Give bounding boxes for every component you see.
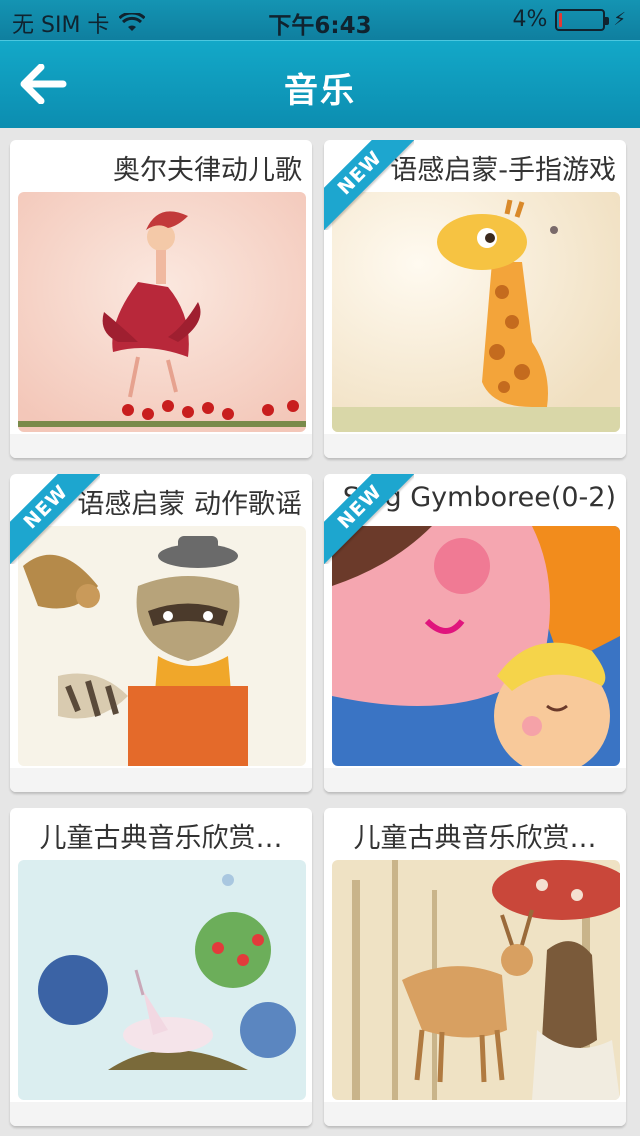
card-title: 儿童古典音乐欣赏… [353,823,597,854]
new-badge-label: NEW [324,140,414,230]
card-footer [324,768,626,792]
navigation-bar: 音乐 [0,40,640,128]
unicorn-illustration [18,860,306,1100]
music-card-classical-1[interactable]: 儿童古典音乐欣赏… [10,808,312,1126]
card-footer [10,1102,312,1126]
new-badge-label: NEW [324,474,414,564]
card-title: 儿童古典音乐欣赏… [39,823,283,854]
charging-icon: ⚡ [613,9,626,30]
battery-fill [559,12,563,27]
music-card-action-rhymes[interactable]: 语感启蒙 动作歌谣 NEW [10,474,312,792]
card-thumbnail [18,192,306,432]
music-card-finger-games[interactable]: 语感启蒙-手指游戏 NEW [324,140,626,458]
card-footer [324,1102,626,1126]
status-bar: 无 SIM 卡 下午6:43 4% ⚡ [0,0,640,40]
new-badge-label: NEW [10,474,100,564]
new-badge: NEW [324,140,414,230]
card-thumbnail [18,860,306,1100]
battery-percent: 4% [512,7,548,32]
card-title: 奥尔夫律动儿歌 [113,155,302,186]
fairy-illustration [18,192,306,432]
card-footer [324,434,626,458]
page-title: 音乐 [284,71,356,111]
battery-icon [555,8,610,31]
new-badge: NEW [324,474,414,564]
new-badge: NEW [10,474,100,564]
deer-girl-illustration [332,860,620,1100]
music-card-sing-gymboree[interactable]: Sing Gymboree(0-2) NEW [324,474,626,792]
card-thumbnail [332,860,620,1100]
status-right: 4% ⚡ [512,7,626,32]
music-grid: 奥尔夫律动儿歌 语感启蒙-手指游戏 NEW 语感启蒙 动作歌谣 NEW Sing… [0,128,640,1136]
music-card-orff[interactable]: 奥尔夫律动儿歌 [10,140,312,458]
card-footer [10,768,312,792]
music-card-classical-2[interactable]: 儿童古典音乐欣赏… [324,808,626,1126]
card-footer [10,434,312,458]
